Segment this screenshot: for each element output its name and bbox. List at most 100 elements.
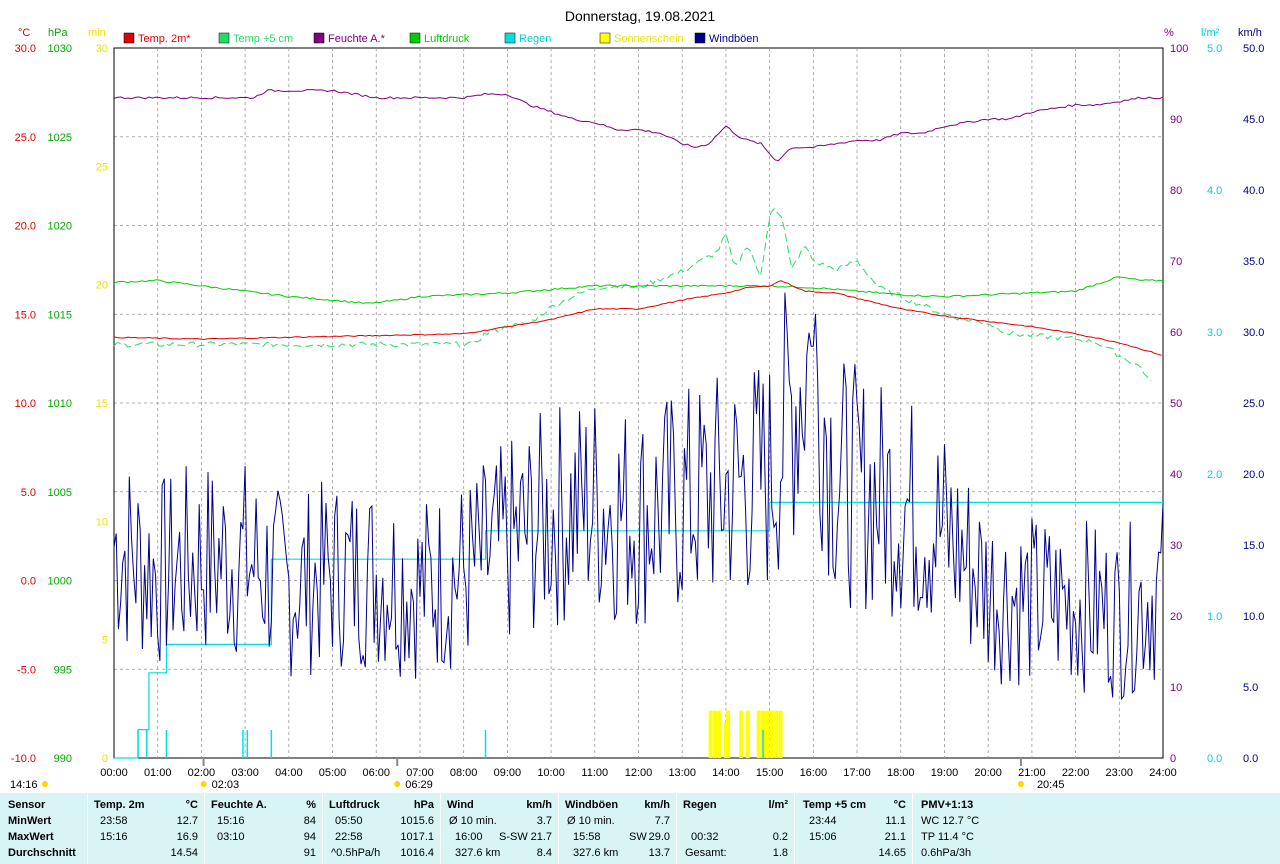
humidity-tick-label: 10: [1170, 682, 1182, 694]
x-tick-label: 09:00: [494, 767, 522, 779]
wind-tick-label: 45.0: [1243, 114, 1264, 126]
legend-swatch: [218, 32, 230, 44]
rain-max-time: 00:32: [691, 831, 719, 843]
humidity-tick-label: 30: [1170, 540, 1182, 552]
sunshine-bar: [778, 710, 783, 758]
wind-distance: 327.6 km: [455, 847, 501, 859]
pmv-wc: WC 12.7 °C: [921, 815, 980, 827]
wind-avg-value: 8.4: [536, 847, 552, 859]
pmv-tp: TP 11.4 °C: [921, 831, 974, 843]
legend-swatch: [409, 32, 421, 44]
legend-label: Temp +5 cm: [233, 33, 293, 45]
col-wind: Wind km/h Ø 10 min. 3.7 16:00 S-SW 21.7 …: [441, 793, 559, 864]
press-avg-value: 1016.4: [400, 847, 434, 859]
x-tick-label: 13:00: [668, 767, 696, 779]
legend-label: Feuchte A.*: [328, 33, 386, 45]
wind-tick-label: 30.0: [1243, 327, 1264, 339]
x-tick-label: 02:00: [188, 767, 216, 779]
legend-label: Windböen: [709, 33, 759, 45]
wind-max-time: 16:00: [455, 831, 483, 843]
row-label-min: MinWert: [8, 815, 52, 827]
weather-chart: 00:00 01:00 02:00 03:00 04:00 05:00 06:00 07:00…: [10, 8, 1264, 791]
pressure-tick-label: 1005: [48, 487, 72, 499]
col-feuchte: Feuchte A. % 15:16 84 03:10 94 91: [205, 793, 323, 864]
sun-tick-label: 15: [96, 398, 108, 410]
pmv-trend: 0.6hPa/3h: [921, 847, 972, 859]
sunshine-bar: [726, 710, 731, 758]
rain-tick-label: 0.0: [1207, 753, 1222, 765]
legend-label: Regen: [519, 33, 551, 45]
gust-min-value: 7.7: [654, 815, 670, 827]
col-gust: Windböen km/h Ø 10 min. 7.7 15:58 SW 29.…: [559, 793, 677, 864]
x-tick-label: 10:00: [537, 767, 565, 779]
wind-tick-label: 25.0: [1243, 398, 1264, 410]
legend-label: Sonnenschein: [614, 33, 684, 45]
grid: [113, 47, 1164, 759]
wind-max-dir: S-SW: [499, 831, 528, 843]
press-unit: hPa: [413, 799, 434, 811]
temp-tick-label: -5.0: [17, 664, 36, 676]
humidity-tick-label: 70: [1170, 256, 1182, 268]
col-sensor: Sensor MinWert MaxWert Durchschnitt: [0, 793, 88, 864]
gust-min-time: Ø 10 min.: [567, 815, 615, 827]
rain-tick-label: 2.0: [1207, 469, 1222, 481]
x-tick-label: 01:00: [144, 767, 172, 779]
x-tick-label: 06:00: [362, 767, 390, 779]
pressure-tick-label: 995: [54, 664, 72, 676]
humidity-tick-label: 80: [1170, 185, 1182, 197]
gust-distance: 327.6 km: [573, 847, 619, 859]
wind-tick-label: 0.0: [1243, 753, 1258, 765]
pmv-header: PMV+1:13: [921, 799, 974, 811]
sun-marker-dot: [42, 781, 48, 787]
rain-total-label: Gesamt:: [685, 847, 727, 859]
x-tick-label: 07:00: [406, 767, 434, 779]
hum-header: Feuchte A.: [211, 799, 267, 811]
t5-min-value: 11.1: [885, 815, 906, 827]
col-temp2m: Temp. 2m °C 23:58 12.7 15:16 16.9 14.54: [88, 793, 205, 864]
row-label-max: MaxWert: [8, 831, 54, 843]
x-tick-label: 21:00: [1018, 767, 1046, 779]
sunshine-bar: [769, 710, 774, 758]
pressure-tick-label: 990: [54, 753, 72, 765]
legend-swatch: [599, 32, 611, 44]
temp-min-time: 23:58: [100, 815, 128, 827]
sun-tick-label: 0: [102, 753, 108, 765]
col-luftdruck: Luftdruck hPa 05:50 1015.6 22:58 1017.1 …: [323, 793, 441, 864]
x-tick-label: 08:00: [450, 767, 478, 779]
t5-min-time: 23:44: [809, 815, 837, 827]
humidity-tick-label: 20: [1170, 611, 1182, 623]
temp-tick-label: 25.0: [15, 132, 36, 144]
x-tick-label: 14:00: [712, 767, 740, 779]
wind-tick-label: 20.0: [1243, 469, 1264, 481]
wind-tick-label: 35.0: [1243, 256, 1264, 268]
sunshine-bar: [739, 710, 744, 758]
sun-marker-dot: [1017, 781, 1024, 787]
wind-tick-label: 15.0: [1243, 540, 1264, 552]
humidity-tick-label: 40: [1170, 469, 1182, 481]
sunshine-bar: [745, 710, 750, 758]
temp-tick-label: 15.0: [15, 309, 36, 321]
humidity-tick-label: 100: [1170, 43, 1188, 55]
temp-unit-label: °C: [18, 27, 30, 39]
stats-panel: Sensor MinWert MaxWert Durchschnitt Temp…: [0, 793, 1280, 864]
sun-tick-label: 20: [96, 280, 108, 292]
x-tick-label: 16:00: [800, 767, 828, 779]
humidity-tick-label: 90: [1170, 114, 1182, 126]
hum-max-value: 94: [303, 831, 316, 843]
press-min-time: 05:50: [335, 815, 363, 827]
x-tick-label: 17:00: [843, 767, 871, 779]
wind-tick-label: 10.0: [1243, 611, 1264, 623]
x-tick-label: 18:00: [887, 767, 915, 779]
x-tick-label: 00:00: [100, 767, 128, 779]
x-tick-label: 22:00: [1062, 767, 1090, 779]
temp-tick-label: 10.0: [15, 398, 36, 410]
t5-unit: °C: [893, 799, 906, 811]
legend-label: Temp. 2m*: [138, 33, 191, 45]
sun-tick-label: 5: [102, 635, 108, 647]
wind-min-value: 3.7: [536, 815, 552, 827]
col-temp5cm: Temp +5 cm °C 23:44 11.1 15:06 21.1 14.6…: [795, 793, 913, 864]
wind-min-time: Ø 10 min.: [449, 815, 497, 827]
wind-tick-label: 40.0: [1243, 185, 1264, 197]
temp-unit: °C: [185, 799, 198, 811]
chart-title: Donnerstag, 19.08.2021: [565, 8, 715, 24]
